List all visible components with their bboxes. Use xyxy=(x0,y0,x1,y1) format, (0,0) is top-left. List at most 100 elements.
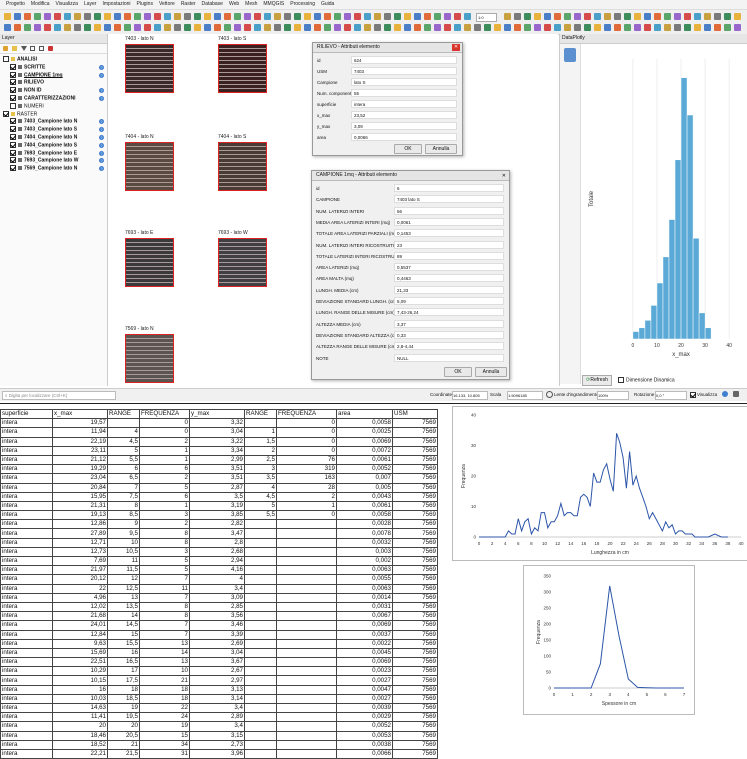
dynamic-size-checkbox[interactable]: Dimensione Dinamica xyxy=(618,377,675,383)
plugin-icon[interactable] xyxy=(84,24,91,31)
menu-item[interactable]: Mesh xyxy=(245,0,257,9)
zoom-in-icon[interactable] xyxy=(624,24,631,31)
measure-icon[interactable] xyxy=(704,13,711,20)
superficie-dropdown[interactable]: intera xyxy=(351,100,457,108)
zoom-in-icon[interactable] xyxy=(234,13,241,20)
pan-icon[interactable] xyxy=(654,13,661,20)
save-icon[interactable] xyxy=(114,13,121,20)
measure-icon[interactable] xyxy=(274,13,281,20)
refresh-icon[interactable] xyxy=(84,13,91,20)
pan-icon[interactable] xyxy=(424,13,431,20)
sample-raster-thumbnail[interactable] xyxy=(218,238,267,287)
save-icon[interactable] xyxy=(544,13,551,20)
field-value[interactable]: 23 xyxy=(394,240,504,249)
zoom-out-icon[interactable] xyxy=(144,13,151,20)
layer-visibility-checkbox[interactable] xyxy=(10,126,16,133)
field-value[interactable]: 3,09 xyxy=(351,122,457,130)
pan-icon[interactable] xyxy=(214,24,221,31)
coord-field[interactable]: 16.133, 10.805 xyxy=(452,391,488,400)
field-value[interactable]: 0,4463 xyxy=(394,274,504,283)
plugin-icon[interactable] xyxy=(384,24,391,31)
plugin-icon[interactable] xyxy=(194,13,201,20)
layer-item[interactable]: 7403_Campione lato S? xyxy=(0,126,107,134)
measure-icon[interactable] xyxy=(364,24,371,31)
menu-item[interactable]: Database xyxy=(202,0,223,9)
menu-item[interactable]: Layer xyxy=(84,0,97,9)
menu-item[interactable]: Web xyxy=(229,0,239,9)
plugin-icon[interactable] xyxy=(394,13,401,20)
identify-icon[interactable] xyxy=(684,13,691,20)
layer-visibility-checkbox[interactable] xyxy=(10,94,16,101)
refresh-button[interactable]: ⟳Refresh xyxy=(582,375,612,386)
sample-raster-thumbnail[interactable] xyxy=(125,142,174,191)
measure-icon[interactable] xyxy=(564,24,571,31)
field-value[interactable]: 624 xyxy=(351,56,457,64)
plugin-icon[interactable] xyxy=(94,13,101,20)
cancel-button[interactable]: Annulla xyxy=(475,367,507,377)
layer-visibility-checkbox[interactable] xyxy=(10,79,16,86)
plugin-icon[interactable] xyxy=(584,24,591,31)
layer-item[interactable]: ANALISI xyxy=(0,56,107,64)
refresh-icon[interactable] xyxy=(184,13,191,20)
layer-visibility-checkbox[interactable] xyxy=(3,110,9,117)
menu-item[interactable]: Impostazioni xyxy=(102,0,130,9)
open-layer-styling-icon[interactable] xyxy=(3,46,8,51)
plugin-icon[interactable] xyxy=(484,24,491,31)
layer-item[interactable]: RASTER xyxy=(0,110,107,119)
open-project-icon[interactable] xyxy=(94,24,101,31)
identify-icon[interactable] xyxy=(154,13,161,20)
scale-field[interactable]: 1:5096185 xyxy=(507,391,543,400)
refresh-icon[interactable] xyxy=(274,24,281,31)
refresh-icon[interactable] xyxy=(284,13,291,20)
field-value[interactable]: NULL xyxy=(394,353,504,362)
ok-button[interactable]: OK xyxy=(394,144,422,154)
open-project-icon[interactable] xyxy=(734,13,741,20)
zoom-out-icon[interactable] xyxy=(574,13,581,20)
zoom-in-icon[interactable] xyxy=(124,24,131,31)
select-icon[interactable] xyxy=(264,13,271,20)
zoom-in-icon[interactable] xyxy=(324,24,331,31)
pan-icon[interactable] xyxy=(714,24,721,31)
field-value[interactable]: lato S xyxy=(351,78,457,86)
select-icon[interactable] xyxy=(694,13,701,20)
sample-raster-thumbnail[interactable] xyxy=(125,44,174,93)
plugin-icon[interactable] xyxy=(684,24,691,31)
identify-icon[interactable] xyxy=(254,13,261,20)
refresh-icon[interactable] xyxy=(674,24,681,31)
layer-item[interactable]: NON ID? xyxy=(0,87,107,95)
layer-info-icon[interactable]: ? xyxy=(99,134,104,140)
field-value[interactable]: 7,43-26,24 xyxy=(394,308,504,317)
open-project-icon[interactable] xyxy=(404,13,411,20)
layer-item[interactable]: RILIEVO xyxy=(0,79,107,87)
zoom-out-icon[interactable] xyxy=(534,24,541,31)
layer-info-icon[interactable]: ? xyxy=(99,150,104,156)
save-icon[interactable] xyxy=(304,24,311,31)
pan-icon[interactable] xyxy=(24,13,31,20)
layer-visibility-checkbox[interactable] xyxy=(3,56,9,62)
zoom-in-icon[interactable] xyxy=(134,13,141,20)
save-icon[interactable] xyxy=(644,13,651,20)
dynamic-size-check[interactable] xyxy=(618,377,624,383)
measure-icon[interactable] xyxy=(164,24,171,31)
pan-icon[interactable] xyxy=(414,24,421,31)
zoom-out-icon[interactable] xyxy=(444,13,451,20)
menu-item[interactable]: Visualizza xyxy=(56,0,78,9)
cancel-button[interactable]: Annulla xyxy=(425,144,457,154)
open-project-icon[interactable] xyxy=(204,13,211,20)
field-value[interactable]: 0,33 xyxy=(394,330,504,339)
identify-icon[interactable] xyxy=(144,24,151,31)
layer-visibility-checkbox[interactable] xyxy=(10,149,16,156)
open-project-icon[interactable] xyxy=(694,24,701,31)
select-icon[interactable] xyxy=(654,24,661,31)
crs-icon[interactable] xyxy=(722,391,728,397)
select-icon[interactable] xyxy=(154,24,161,31)
locator-search[interactable]: ⌕ Digita per localizzare (Ctrl+K) xyxy=(2,391,116,400)
measure-icon[interactable] xyxy=(604,13,611,20)
sample-raster-thumbnail[interactable] xyxy=(218,44,267,93)
rotation-field[interactable]: 0,0 ° xyxy=(655,391,687,400)
layer-item[interactable]: NUMERI xyxy=(0,102,107,111)
plugin-icon[interactable] xyxy=(724,13,731,20)
layer-visibility-checkbox[interactable] xyxy=(10,165,16,172)
zoom-out-icon[interactable] xyxy=(434,24,441,31)
refresh-icon[interactable] xyxy=(384,13,391,20)
